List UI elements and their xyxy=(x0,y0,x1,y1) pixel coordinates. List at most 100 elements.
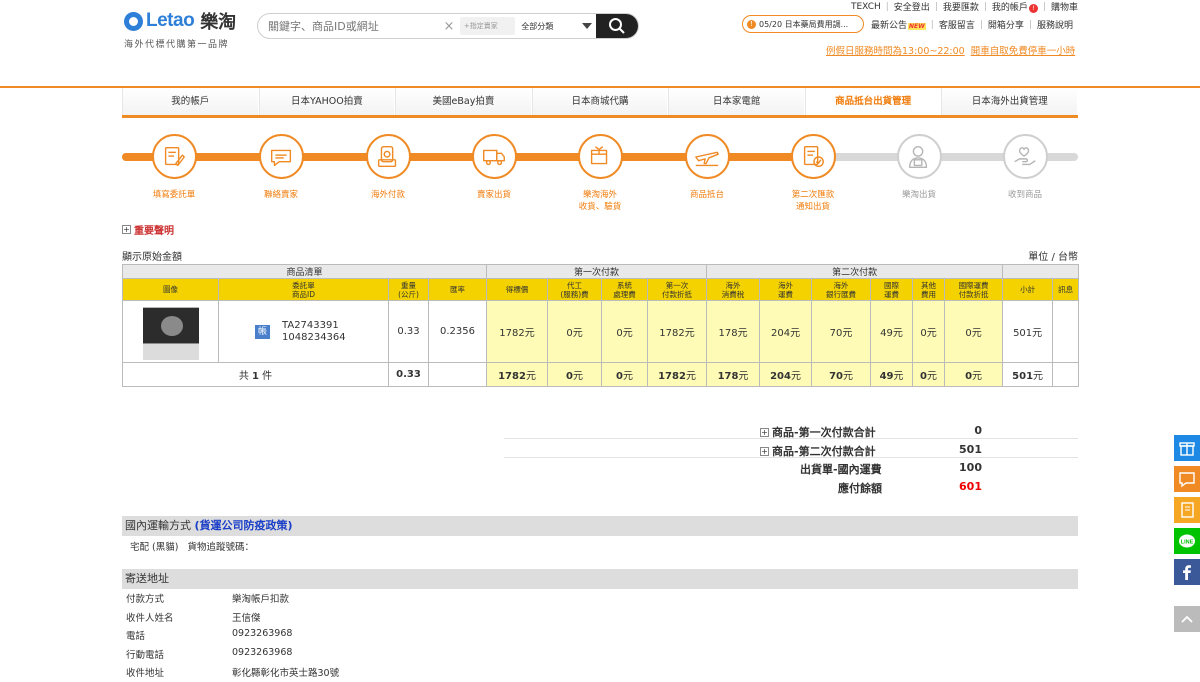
important-notice[interactable]: + 重要聲明 xyxy=(122,222,174,237)
field-value: 彰化縣彰化市英士路30號 xyxy=(232,668,340,680)
subtotal-cell: 501元 xyxy=(1002,300,1054,363)
product-id-link[interactable]: 1048234364 xyxy=(282,332,346,344)
epidemic-policy-link[interactable]: (貨運公司防疫政策) xyxy=(195,519,293,532)
logo-cn: 樂淘 xyxy=(200,12,237,33)
summary-label: 商品-第二次付款合計 xyxy=(772,445,876,458)
top-link-cart[interactable]: 購物車 xyxy=(1051,0,1078,13)
notebook-button[interactable] xyxy=(1174,497,1200,523)
search-button[interactable] xyxy=(596,14,638,38)
currency-unit: 單位 / 台幣 xyxy=(1028,252,1078,263)
total-intl-shipping: 49元 xyxy=(870,362,914,387)
step-circle xyxy=(151,134,197,179)
tab-japan-appliances[interactable]: 日本家電館 xyxy=(668,88,805,115)
column-header: 國際運費 付款折抵 xyxy=(944,278,1004,301)
product-thumbnail[interactable] xyxy=(142,303,199,360)
top-link-logout[interactable]: 安全登出 xyxy=(894,0,930,13)
category-select-value: 全部分類 xyxy=(521,21,554,31)
message-button[interactable] xyxy=(1174,466,1200,492)
service-hours[interactable]: 例假日服務時間為13:00~22:00 開車自取免費停車一小時 xyxy=(826,43,1081,57)
hand-heart-icon xyxy=(1014,146,1036,165)
field-label: 付款方式 xyxy=(126,594,165,605)
link-announcements[interactable]: 最新公告 NEW xyxy=(871,18,926,31)
balance-due-value: 601 xyxy=(959,480,982,493)
tab-yahoo-auction[interactable]: 日本YAHOO拍賣 xyxy=(258,88,396,115)
search-input[interactable] xyxy=(258,14,443,38)
summary-value: 501 xyxy=(959,443,982,456)
step-5: 樂淘海外 收貨、驗貨 xyxy=(557,134,643,213)
secondary-links: 最新公告 NEW | 客服留言 | 開箱分享 | 服務說明 xyxy=(871,18,1073,32)
chevron-down-icon xyxy=(582,23,593,29)
column-header: 小計 xyxy=(1002,278,1054,301)
service-hours-text[interactable]: 例假日服務時間為13:00~22:00 xyxy=(826,46,965,57)
top-link-account[interactable]: 我的帳戶! xyxy=(992,0,1038,13)
category-select[interactable]: 全部分類 xyxy=(515,21,596,32)
seller-filter-input[interactable]: +指定賣家 xyxy=(459,17,516,35)
table-row: 帳 TA2743391 1048234364 0.33 0.2356 1782元… xyxy=(122,300,1080,363)
facebook-button[interactable] xyxy=(1174,559,1200,585)
step-label: 填寫委託單 xyxy=(152,190,196,200)
chat-bubble-icon xyxy=(270,149,292,166)
summary-label: 出貨單-國內運費 xyxy=(800,463,882,476)
step-circle xyxy=(896,134,942,179)
table-total-row: 共 1 件 0.33 1782元 0元 0元 1782元 178元 204元 7… xyxy=(122,362,1080,387)
parking-info-text[interactable]: 開車自取免費停車一小時 xyxy=(971,46,1076,57)
top-link-remit[interactable]: 我要匯款 xyxy=(943,0,979,13)
delivery-truck-icon xyxy=(483,149,505,165)
domestic-shipping-header: 國內運輸方式 (貨運公司防疫政策) xyxy=(122,516,1078,536)
step-label: 聯絡賣家 xyxy=(263,190,298,200)
column-header: 第一次 付款折抵 xyxy=(647,278,708,301)
total-winning-bid: 1782元 xyxy=(486,362,549,387)
payment-icon xyxy=(377,145,397,167)
notice-text: 05/20 日本藥局費用調... xyxy=(759,19,849,29)
line-button[interactable]: LINE xyxy=(1174,528,1200,554)
step-1: 填寫委託單 xyxy=(131,134,217,201)
order-id-link[interactable]: TA2743391 xyxy=(282,320,346,332)
scroll-top-button[interactable] xyxy=(1174,606,1200,632)
logo-text: Letao xyxy=(146,10,195,31)
link-service-info[interactable]: 服務說明 xyxy=(1037,18,1073,31)
expand-icon: + xyxy=(122,225,131,234)
link-customer-service[interactable]: 客服留言 xyxy=(939,18,975,31)
account-badge: 帳 xyxy=(255,324,271,339)
notice-pill[interactable]: ! 05/20 日本藥局費用調... xyxy=(742,15,864,33)
address-field-row: 收件人姓名 王信傑 xyxy=(126,610,261,624)
summary-value: 0 xyxy=(974,424,982,437)
summary-first-payment[interactable]: + 商品-第一次付款合計 0 xyxy=(760,424,982,440)
step-circle xyxy=(577,134,623,179)
tab-my-account[interactable]: 我的帳戶 xyxy=(122,88,259,115)
step-6: 商品抵台 xyxy=(664,134,750,201)
total-bank-fee: 70元 xyxy=(811,362,872,387)
column-header: 得標價 xyxy=(486,278,549,301)
rate-cell: 0.2356 xyxy=(427,300,488,363)
total-first-deduct: 1782元 xyxy=(647,362,708,387)
tab-ebay-auction[interactable]: 美國eBay拍賣 xyxy=(395,88,532,115)
site-logo[interactable]: Letao 樂淘 海外代標代購第一品牌 xyxy=(124,8,236,50)
message-cell[interactable] xyxy=(1052,300,1080,363)
shipping-method-value: 宅配 (黑貓) xyxy=(130,542,179,553)
tab-arrival-shipping[interactable]: 商品抵台出貨管理 xyxy=(804,88,942,115)
total-subtotal: 501元 xyxy=(1002,362,1054,387)
tab-japan-mall[interactable]: 日本商城代購 xyxy=(531,88,669,115)
table-group-header: 商品清單 第一次付款 第二次付款 xyxy=(121,264,1080,279)
group-first-payment: 第一次付款 xyxy=(486,264,708,279)
tab-overseas-shipping[interactable]: 日本海外出貨管理 xyxy=(941,88,1079,115)
step-circle xyxy=(471,134,517,179)
gift-button[interactable] xyxy=(1174,435,1200,461)
link-unboxing[interactable]: 開箱分享 xyxy=(988,18,1024,31)
column-header: 海外 銀行匯費 xyxy=(811,278,872,301)
summary-second-payment[interactable]: + 商品-第二次付款合計 501 xyxy=(760,443,982,459)
field-label: 電話 xyxy=(126,631,146,643)
search-icon xyxy=(609,18,625,34)
top-link-user[interactable]: TEXCH xyxy=(851,2,881,12)
step-label: 樂淘海外 收貨、驗貨 xyxy=(578,190,622,212)
important-notice-label: 重要聲明 xyxy=(134,226,174,237)
intl-shipping-cell: 49元 xyxy=(870,300,914,363)
system-fee-cell: 0元 xyxy=(601,300,649,363)
scroll-top-icon xyxy=(1181,615,1193,623)
clear-icon[interactable]: × xyxy=(442,19,456,34)
courier-icon xyxy=(908,145,928,168)
show-original-amount[interactable]: 顯示原始金額 xyxy=(122,248,182,263)
address-field-row: 行動電話 0923263968 xyxy=(126,647,292,661)
logo-mark-icon xyxy=(124,11,143,31)
step-circle xyxy=(684,134,730,179)
